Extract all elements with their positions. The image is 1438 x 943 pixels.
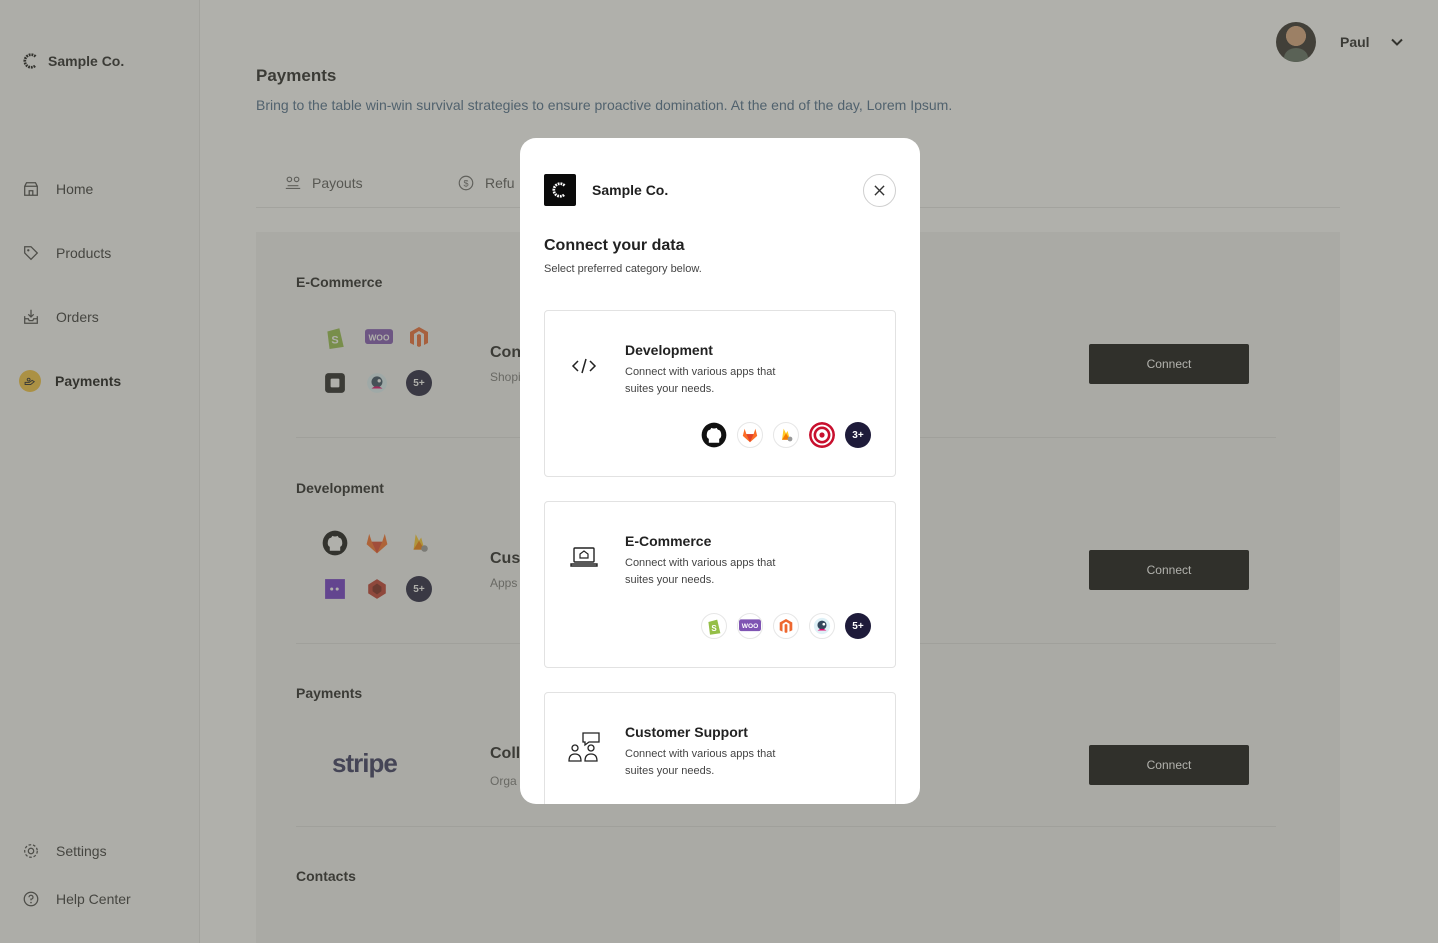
card-description: Connect with various apps that suites yo… bbox=[625, 366, 776, 395]
svg-text:S: S bbox=[711, 624, 717, 633]
modal-title: Connect your data bbox=[544, 237, 685, 254]
support-icon bbox=[568, 732, 600, 762]
modal-brand: Sample Co. bbox=[544, 174, 668, 206]
github-icon bbox=[701, 422, 727, 448]
card-description: Connect with various apps that suites yo… bbox=[625, 748, 776, 777]
brand-mark-icon bbox=[544, 174, 576, 206]
more-apps-badge[interactable]: 5+ bbox=[845, 613, 871, 639]
close-button[interactable] bbox=[863, 174, 896, 207]
close-icon bbox=[874, 185, 885, 196]
gitlab-icon bbox=[737, 422, 763, 448]
modal-subtitle: Select preferred category below. bbox=[544, 263, 702, 275]
target-icon bbox=[809, 422, 835, 448]
card-app-icons: 3+ bbox=[701, 422, 871, 448]
connect-data-modal: Sample Co. Connect your data Select pref… bbox=[520, 138, 920, 804]
card-title: Development bbox=[625, 342, 713, 358]
card-app-icons: S WOO 5+ bbox=[701, 613, 871, 639]
category-card-development[interactable]: Development Connect with various apps th… bbox=[544, 310, 896, 477]
modal-brand-name: Sample Co. bbox=[592, 182, 669, 198]
more-apps-badge[interactable]: 3+ bbox=[845, 422, 871, 448]
prestashop-icon bbox=[809, 613, 835, 639]
woo-icon: WOO bbox=[737, 613, 763, 639]
svg-text:WOO: WOO bbox=[742, 623, 758, 630]
card-title: Customer Support bbox=[625, 724, 748, 740]
laptop-store-icon bbox=[570, 547, 598, 567]
category-card-ecommerce[interactable]: E-Commerce Connect with various apps tha… bbox=[544, 501, 896, 668]
magento-icon bbox=[773, 613, 799, 639]
code-icon bbox=[571, 358, 597, 374]
card-description: Connect with various apps that suites yo… bbox=[625, 557, 776, 586]
firebase-icon bbox=[773, 422, 799, 448]
shopify-icon: S bbox=[701, 613, 727, 639]
category-card-customer-support[interactable]: Customer Support Connect with various ap… bbox=[544, 692, 896, 804]
card-title: E-Commerce bbox=[625, 533, 712, 549]
